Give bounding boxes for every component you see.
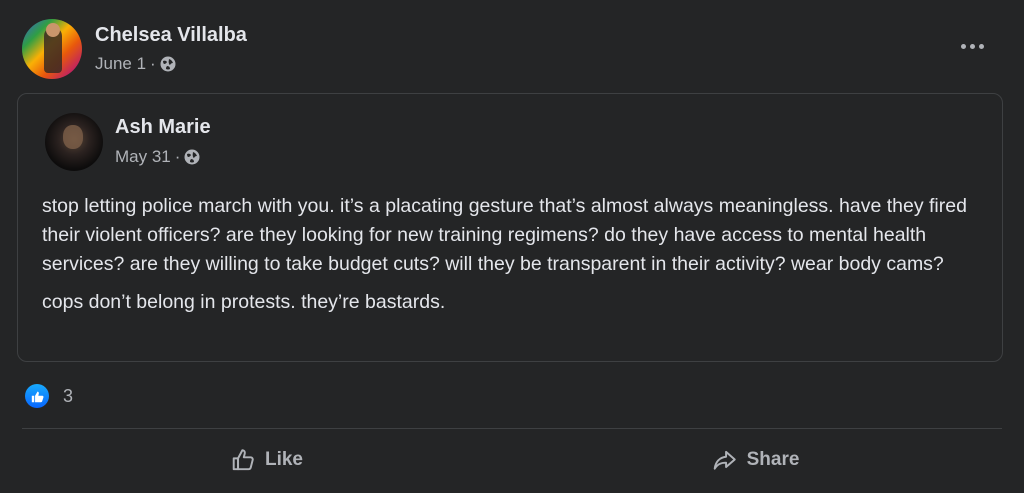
meta-separator: · bbox=[174, 147, 181, 166]
shared-author-name[interactable]: Ash Marie bbox=[115, 116, 211, 139]
like-button[interactable]: Like bbox=[32, 438, 502, 482]
globe-icon[interactable] bbox=[184, 149, 200, 165]
post-author-name[interactable]: Chelsea Villalba bbox=[95, 24, 247, 47]
thumbs-up-icon bbox=[232, 449, 254, 471]
action-divider bbox=[22, 428, 1002, 429]
like-label: Like bbox=[264, 449, 304, 470]
shared-post-date[interactable]: May 31 bbox=[115, 147, 171, 167]
shared-post-meta: May 31 · bbox=[115, 147, 200, 167]
author-avatar[interactable] bbox=[22, 19, 82, 79]
shared-post-card[interactable]: Ash Marie May 31 · stop letting police m… bbox=[17, 93, 1003, 362]
share-button[interactable]: Share bbox=[520, 438, 990, 482]
post-date[interactable]: June 1 bbox=[95, 54, 146, 74]
reaction-summary[interactable]: 3 bbox=[25, 384, 73, 408]
facebook-post: Chelsea Villalba June 1 · Ash Marie May … bbox=[0, 0, 1024, 493]
shared-author-avatar[interactable] bbox=[45, 113, 103, 171]
post-paragraph: stop letting police march with you. it’s… bbox=[42, 195, 967, 275]
post-paragraph: cops don’t belong in protests. they’re b… bbox=[42, 291, 446, 313]
more-options-icon[interactable] bbox=[952, 30, 992, 62]
share-label: Share bbox=[746, 449, 800, 470]
shared-post-text: stop letting police march with you. it’s… bbox=[42, 192, 982, 326]
globe-icon[interactable] bbox=[160, 56, 176, 72]
share-arrow-icon bbox=[713, 450, 736, 470]
like-reaction-icon bbox=[25, 384, 49, 408]
reaction-count: 3 bbox=[63, 385, 74, 406]
post-meta: June 1 · bbox=[95, 54, 176, 74]
meta-separator: · bbox=[150, 54, 156, 73]
